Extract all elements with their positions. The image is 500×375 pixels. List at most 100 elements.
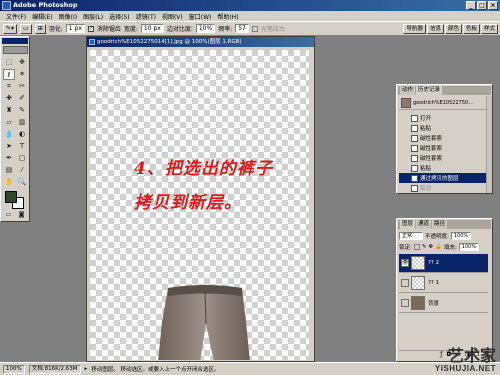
history-panel-tabs: 动作 历史记录 — [398, 86, 491, 95]
slice-tool-icon[interactable]: ✂ — [16, 81, 28, 92]
zoom-level[interactable]: 100% — [3, 364, 25, 374]
history-item[interactable]: 粘贴 — [399, 163, 488, 173]
lock-brush-icon[interactable]: ✎ — [422, 244, 427, 250]
shape-tool-icon[interactable]: ▢ — [16, 153, 28, 164]
zoom-tool-icon[interactable]: 🔍 — [16, 177, 28, 188]
history-item[interactable]: 磁性套索 — [399, 133, 488, 143]
edge-contrast-input[interactable]: 10% — [195, 24, 216, 33]
history-item[interactable]: 磁性套索 — [399, 143, 488, 153]
history-scrollbar[interactable] — [486, 96, 492, 193]
add-selection-icon[interactable]: ⊞ — [34, 23, 46, 34]
tab-actions[interactable]: 动作 — [400, 86, 416, 95]
document-window: goodrich%E1052275014[1].jpg @ 100%(图层 1,… — [86, 36, 315, 362]
quick-mask-mode-icon[interactable]: ◙ — [16, 210, 27, 219]
history-item[interactable]: 打开 — [399, 113, 488, 123]
history-item[interactable]: 磁性套索 — [399, 153, 488, 163]
blend-mode-select[interactable]: 正常 — [399, 232, 423, 240]
frequency-label: 频率: — [218, 26, 233, 33]
tab-paths[interactable]: 路径 — [432, 220, 448, 229]
magic-wand-tool-icon[interactable]: ✶ — [16, 69, 28, 80]
edge-contrast-label: 边对比度: — [166, 26, 193, 33]
history-snapshot[interactable]: goodrich%E10522750... — [399, 97, 488, 110]
layer-row[interactable]: ?? 1 — [399, 274, 488, 293]
history-item-selected[interactable]: 通过拷贝的图层 — [399, 173, 488, 183]
watermark-title: 艺术家 — [447, 346, 496, 365]
watermark-url: YISHUJIA.NET — [434, 364, 496, 373]
feather-input[interactable]: 1 px — [65, 24, 85, 33]
menu-file[interactable]: 文件(F) — [3, 12, 29, 21]
lock-all-icon[interactable]: 🔒 — [435, 244, 442, 250]
status-bar: 100% 文档:816K/2.63M ▸ 移动图层。 移动选区。或要入上一个点开… — [0, 362, 500, 375]
adobe-online-icon[interactable] — [3, 46, 28, 54]
history-item[interactable]: 粘贴 — [399, 123, 488, 133]
blur-tool-icon[interactable]: 💧 — [3, 129, 15, 140]
status-arrow-icon[interactable]: ▸ — [85, 366, 88, 372]
eye-icon[interactable] — [401, 279, 409, 287]
hand-tool-icon[interactable]: ✋ — [3, 177, 15, 188]
pen-pressure-checkbox[interactable] — [251, 25, 258, 32]
caption-line-1: 4、把选出的裤子 — [134, 159, 273, 179]
watermark: 艺术家 YISHUJIA.NET — [434, 346, 496, 374]
marquee-tool-icon[interactable]: ⬚ — [3, 57, 15, 68]
clone-stamp-tool-icon[interactable]: ♜ — [3, 105, 15, 116]
tool-preset-icon[interactable]: ✎▾ — [3, 23, 18, 34]
width-input[interactable]: 10 px — [140, 24, 164, 33]
palette-tab-navigator[interactable]: 导航器 — [403, 24, 426, 34]
eyedropper-tool-icon[interactable]: ⁄ — [16, 165, 28, 176]
fill-input[interactable]: 100% — [458, 243, 480, 251]
notes-tool-icon[interactable]: ▤ — [3, 165, 15, 176]
healing-brush-tool-icon[interactable]: ✚ — [3, 93, 15, 104]
eraser-tool-icon[interactable]: ▱ — [3, 117, 15, 128]
eye-icon[interactable] — [401, 299, 409, 307]
trousers-image — [158, 285, 250, 360]
new-selection-icon[interactable]: ▭ — [20, 23, 32, 34]
foreground-color-swatch[interactable] — [5, 191, 17, 203]
layer-row-selected[interactable]: 👁 ?? 2 — [399, 254, 488, 273]
menu-view[interactable]: 视图(V) — [159, 12, 186, 21]
close-button[interactable]: × — [488, 1, 498, 10]
palette-tab-styles[interactable]: 样式 — [480, 24, 498, 34]
antialias-label: 消除锯齿 — [96, 26, 121, 33]
document-canvas[interactable]: 4、把选出的裤子 拷贝到新层。 — [90, 50, 309, 360]
menu-select[interactable]: 选择(S) — [106, 12, 133, 21]
document-size: 文档:816K/2.63M — [28, 364, 81, 374]
crop-tool-icon[interactable]: ⌗ — [3, 81, 15, 92]
brush-tool-icon[interactable]: ✐ — [16, 93, 28, 104]
dodge-tool-icon[interactable]: ◐ — [16, 129, 28, 140]
menu-edit[interactable]: 编辑(E) — [29, 12, 55, 21]
path-selection-tool-icon[interactable]: ➤ — [3, 141, 15, 152]
palette-tab-info[interactable]: 信息 — [426, 24, 444, 34]
history-snapshot-label: goodrich%E10522750... — [413, 100, 473, 106]
maximize-button[interactable]: □ — [477, 1, 487, 10]
menu-window[interactable]: 窗口(W) — [186, 12, 215, 21]
type-tool-icon[interactable]: T — [16, 141, 28, 152]
standard-mode-icon[interactable]: ▭ — [3, 210, 14, 219]
layer-row[interactable]: 背景 — [399, 294, 488, 313]
history-item[interactable]: 取消 — [399, 183, 488, 193]
gradient-tool-icon[interactable]: ▥ — [16, 117, 28, 128]
lock-transparency-checkbox[interactable] — [413, 244, 420, 250]
document-title: goodrich%E1052275014[1].jpg @ 100%(图层 1,… — [97, 39, 242, 45]
lock-move-icon[interactable]: ✥ — [428, 244, 433, 250]
snapshot-thumbnail — [401, 98, 411, 108]
antialias-checkbox[interactable]: ✓ — [87, 25, 94, 32]
eye-icon[interactable]: 👁 — [401, 259, 409, 267]
menu-help[interactable]: 帮助(H) — [214, 12, 241, 21]
frequency-input[interactable]: 57 — [235, 24, 249, 33]
tab-history[interactable]: 历史记录 — [416, 86, 443, 95]
tab-channels[interactable]: 通道 — [416, 220, 432, 229]
tab-layers[interactable]: 图层 — [400, 220, 416, 229]
opacity-input[interactable]: 100% — [450, 232, 472, 240]
menu-layer[interactable]: 图层(L) — [80, 12, 106, 21]
move-tool-icon[interactable]: ✥ — [16, 57, 28, 68]
palette-tab-color[interactable]: 颜色 — [444, 24, 462, 34]
menu-filter[interactable]: 滤镜(T) — [133, 12, 159, 21]
lasso-tool-icon[interactable]: ℓ — [3, 69, 15, 80]
toolbox: ⬚ ✥ ℓ ✶ ⌗ ✂ ✚ ✐ ♜ ✎ ▱ ▥ 💧 ◐ ➤ T ✒ ▢ ▤ ⁄ … — [0, 36, 30, 222]
layer-name: ?? 1 — [428, 280, 440, 286]
minimize-button[interactable]: _ — [466, 1, 476, 10]
history-brush-tool-icon[interactable]: ✎ — [16, 105, 28, 116]
menu-image[interactable]: 图像(I) — [56, 12, 80, 21]
palette-tab-swatches[interactable]: 色板 — [462, 24, 480, 34]
pen-tool-icon[interactable]: ✒ — [3, 153, 15, 164]
